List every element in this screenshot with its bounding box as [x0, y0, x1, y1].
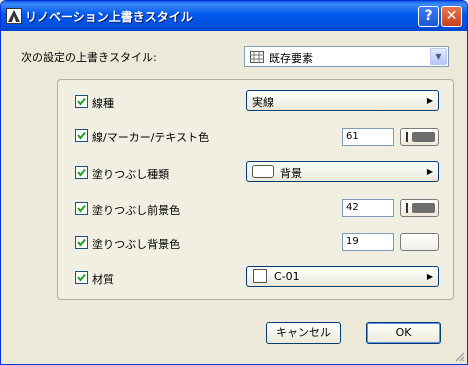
title-bar[interactable]: リノベーション上書きスタイル ? ✕ — [1, 1, 467, 31]
close-button[interactable]: ✕ — [441, 6, 462, 27]
pen-swatch — [412, 203, 435, 213]
resize-grip-icon[interactable] — [453, 350, 465, 362]
pen-swatch — [412, 132, 435, 142]
line-type-value: 実線 — [252, 96, 274, 109]
fill-type-label: 塗りつぶし種類 — [92, 168, 170, 181]
line-color-pen-input[interactable]: 61 — [342, 128, 394, 146]
chevron-down-icon[interactable]: ▼ — [430, 48, 447, 65]
arrow-right-icon: ▶ — [426, 167, 433, 176]
fill-background-pen-input[interactable]: 19 — [342, 233, 394, 251]
line-type-label: 線種 — [92, 97, 114, 110]
window-title: リノベーション上書きスタイル — [25, 10, 193, 24]
line-color-checkbox[interactable] — [75, 129, 88, 142]
help-button[interactable]: ? — [418, 6, 439, 27]
close-icon: ✕ — [445, 8, 458, 24]
checkmark-icon — [77, 238, 86, 247]
line-color-pen-button[interactable] — [400, 128, 439, 146]
style-label: 次の設定の上書きスタイル: — [21, 51, 157, 64]
checkmark-icon — [77, 273, 86, 282]
line-color-label: 線/マーカー/テキスト色 — [92, 131, 210, 144]
grid-icon — [250, 51, 264, 63]
fill-type-value: 背景 — [280, 167, 302, 180]
fill-foreground-label: 塗りつぶし前景色 — [92, 204, 181, 217]
material-label: 材質 — [92, 273, 114, 286]
fill-foreground-pen-button[interactable] — [400, 199, 439, 217]
fill-swatch — [252, 165, 274, 178]
dialog-window: リノベーション上書きスタイル ? ✕ 次の設定の上書きスタイル: 既存要素 ▼ … — [0, 0, 468, 365]
override-style-select[interactable]: 既存要素 ▼ — [244, 46, 449, 67]
arrow-right-icon: ▶ — [426, 272, 433, 281]
pen-tick — [406, 132, 408, 142]
arrow-right-icon: ▶ — [426, 96, 433, 105]
fill-foreground-checkbox[interactable] — [75, 202, 88, 215]
cancel-button[interactable]: キャンセル — [266, 322, 341, 344]
checkmark-icon — [77, 97, 86, 106]
fill-type-checkbox[interactable] — [75, 166, 88, 179]
line-type-checkbox[interactable] — [75, 95, 88, 108]
checkmark-icon — [77, 204, 86, 213]
fill-type-selector[interactable]: 背景 ▶ — [246, 161, 439, 182]
ok-button[interactable]: OK — [366, 322, 441, 344]
checkmark-icon — [77, 131, 86, 140]
archicad-icon — [6, 8, 22, 24]
material-selector[interactable]: C-01 ▶ — [246, 266, 439, 287]
help-icon: ? — [424, 8, 433, 24]
material-value: C-01 — [274, 270, 300, 283]
fill-foreground-pen-input[interactable]: 42 — [342, 199, 394, 217]
fill-background-checkbox[interactable] — [75, 236, 88, 249]
material-checkbox[interactable] — [75, 271, 88, 284]
checkmark-icon — [77, 168, 86, 177]
fill-background-pen-button[interactable] — [400, 233, 439, 251]
pen-tick — [406, 203, 408, 213]
line-type-selector[interactable]: 実線 ▶ — [246, 90, 439, 111]
material-swatch — [253, 269, 267, 283]
fill-background-label: 塗りつぶし背景色 — [92, 238, 181, 251]
override-style-value: 既存要素 — [269, 52, 313, 65]
